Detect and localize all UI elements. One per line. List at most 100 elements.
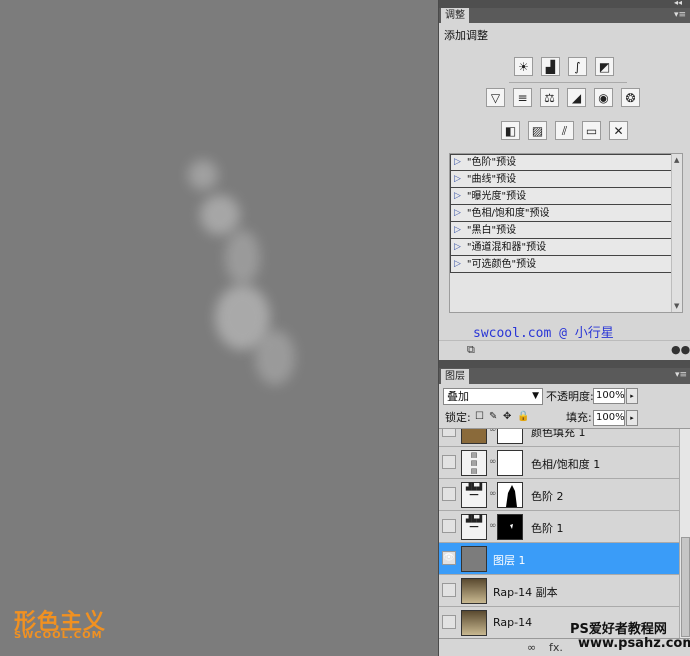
view-toggle-icon[interactable]: ●●	[671, 343, 690, 356]
preset-selective-color[interactable]: ▷ "可选颜色"预设	[450, 256, 672, 273]
panel-menu-icon[interactable]: ▾≡	[674, 10, 686, 20]
adjustment-icons-row-1: ☀ ▟ ∫ ◩	[514, 57, 614, 76]
visibility-toggle[interactable]	[442, 583, 456, 597]
tab-layers[interactable]: 图层	[441, 369, 469, 384]
layer-mask-thumb[interactable]	[497, 450, 523, 476]
blend-row: 叠加 ▼ 不透明度: 100% ▸	[439, 386, 690, 408]
black-white-icon[interactable]: ◢	[567, 88, 586, 107]
selective-color-icon[interactable]: ✕	[609, 121, 628, 140]
expand-triangle-icon: ▷	[454, 157, 461, 167]
lock-pixels-icon[interactable]: ✎	[489, 411, 497, 422]
blend-mode-value: 叠加	[447, 390, 469, 403]
visibility-toggle[interactable]	[442, 615, 456, 629]
layers-tabbar: 图层 ▾≡	[439, 368, 690, 384]
adjustments-footer: ⧉ ●●	[439, 340, 690, 358]
layer-mask-thumb[interactable]	[497, 514, 523, 540]
link-chain-icon: ∞	[489, 428, 497, 435]
preset-levels[interactable]: ▷ "色阶"预设	[450, 154, 672, 171]
layer-rap-14-copy[interactable]: Rap-14 副本	[439, 575, 679, 607]
levels-icon[interactable]: ▟	[541, 57, 560, 76]
panel-collapse-strip[interactable]: ◂◂	[439, 0, 690, 8]
expand-triangle-icon: ▷	[454, 258, 461, 269]
scroll-down-icon[interactable]: ▼	[674, 302, 679, 310]
divider	[509, 82, 627, 83]
preset-label: "曲线"预设	[466, 173, 517, 185]
chevron-down-icon: ▼	[532, 391, 539, 401]
photo-filter-icon[interactable]: ◉	[594, 88, 613, 107]
threshold-icon[interactable]: ⫽	[555, 121, 574, 140]
tab-adjustments[interactable]: 调整	[441, 8, 469, 23]
scrollbar-thumb[interactable]	[681, 537, 690, 637]
preset-label: "黑白"预设	[466, 224, 517, 236]
collapse-arrows-icon[interactable]: ◂◂	[674, 0, 682, 7]
layers-scrollbar[interactable]	[679, 429, 690, 638]
posterize-icon[interactable]: ▨	[528, 121, 547, 140]
lock-transparency-icon[interactable]: ☐	[475, 411, 484, 422]
visibility-toggle[interactable]	[442, 519, 456, 533]
exposure-icon[interactable]: ◩	[595, 57, 614, 76]
preset-black-white[interactable]: ▷ "黑白"预设	[450, 222, 672, 239]
visibility-toggle[interactable]	[442, 455, 456, 469]
color-balance-icon[interactable]: ⚖	[540, 88, 559, 107]
eye-icon[interactable]: 👁	[442, 551, 456, 565]
layers-list: ∞ 颜色填充 1 ▤ ▤ ▤ ∞ 色相/饱和度 1 ▟▙▟ ━━ ∞ 色阶 2 ▟▙▟…	[439, 428, 690, 638]
channel-mixer-icon[interactable]: ❂	[621, 88, 640, 107]
expand-triangle-icon: ▷	[454, 173, 461, 184]
mask-shape-icon	[510, 524, 513, 529]
mask-shape-icon	[506, 485, 517, 507]
lock-position-icon[interactable]: ✥	[503, 411, 511, 422]
visibility-toggle[interactable]	[442, 487, 456, 501]
layer-levels-1[interactable]: ▟▙▟ ━━ ∞ 色阶 1	[439, 511, 679, 543]
layer-hue-saturation[interactable]: ▤ ▤ ▤ ∞ 色相/饱和度 1	[439, 447, 679, 479]
link-layers-icon[interactable]: ∞	[527, 641, 536, 654]
layers-collapse-strip[interactable]	[439, 360, 690, 368]
preset-exposure[interactable]: ▷ "曝光度"预设	[450, 188, 672, 205]
clip-to-layer-icon[interactable]: ⧉	[467, 343, 475, 357]
gradient-map-icon[interactable]: ▭	[582, 121, 601, 140]
opacity-input[interactable]: 100%	[593, 388, 625, 404]
expand-triangle-icon: ▷	[454, 190, 461, 201]
layer-name: 色阶 2	[531, 490, 564, 503]
ghost-figure-highlight	[200, 195, 240, 235]
preset-label: "曝光度"预设	[466, 190, 527, 202]
layer-name: Rap-14 副本	[493, 586, 558, 599]
ghost-figure-highlight	[225, 230, 260, 285]
layer-mask-thumb[interactable]	[497, 429, 523, 444]
opacity-label: 不透明度:	[546, 390, 594, 403]
lock-all-icon[interactable]: 🔒	[517, 411, 529, 422]
hue-saturation-thumb-icon: ▤ ▤ ▤	[461, 450, 487, 476]
preset-channel-mixer[interactable]: ▷ "通道混和器"预设	[450, 239, 672, 256]
site-url-watermark: www.psahz.com	[578, 636, 690, 651]
expand-triangle-icon: ▷	[454, 241, 461, 252]
layer-levels-2[interactable]: ▟▙▟ ━━ ∞ 色阶 2	[439, 479, 679, 511]
layer-mask-thumb[interactable]	[497, 482, 523, 508]
blend-mode-select[interactable]: 叠加 ▼	[443, 388, 543, 405]
panel-menu-icon[interactable]: ▾≡	[675, 370, 687, 380]
layer-color-fill[interactable]: ∞ 颜色填充 1	[439, 428, 679, 447]
preset-curves[interactable]: ▷ "曲线"预设	[450, 171, 672, 188]
presets-list: ▷ "色阶"预设 ▷ "曲线"预设 ▷ "曝光度"预设 ▷ "色相/饱和度"预设 ▷ "黑…	[449, 153, 683, 313]
curves-icon[interactable]: ∫	[568, 57, 587, 76]
color-fill-thumb-icon	[461, 429, 487, 444]
fx-icon[interactable]: fx.	[549, 641, 563, 654]
vibrance-icon[interactable]: ▽	[486, 88, 505, 107]
invert-icon[interactable]: ◧	[501, 121, 520, 140]
panels-dock: ◂◂ 调整 ▾≡ 添加调整 ☀ ▟ ∫ ◩ ▽ ≡ ⚖ ◢ ◉ ❂ ◧ ▨ ⫽ …	[438, 0, 690, 656]
layer-1[interactable]: 👁 图层 1	[439, 543, 679, 575]
scroll-up-icon[interactable]: ▲	[674, 156, 679, 164]
preset-label: "通道混和器"预设	[466, 241, 547, 253]
author-watermark: swcool.com @ 小行星	[473, 326, 614, 341]
fill-slider-button[interactable]: ▸	[626, 410, 638, 426]
presets-scrollbar[interactable]: ▲ ▼	[671, 154, 682, 312]
brightness-contrast-icon[interactable]: ☀	[514, 57, 533, 76]
visibility-toggle[interactable]	[442, 429, 456, 437]
preset-label: "色相/饱和度"预设	[466, 207, 550, 219]
opacity-slider-button[interactable]: ▸	[626, 388, 638, 404]
layer-name: Rap-14	[493, 616, 533, 629]
document-canvas[interactable]: 形色主义 SWCOOL.COM	[0, 0, 438, 656]
fill-input[interactable]: 100%	[593, 410, 625, 426]
ghost-figure-highlight	[255, 330, 295, 385]
hue-saturation-icon[interactable]: ≡	[513, 88, 532, 107]
layer-name: 色相/饱和度 1	[531, 458, 601, 471]
preset-hue-saturation[interactable]: ▷ "色相/饱和度"预设	[450, 205, 672, 222]
